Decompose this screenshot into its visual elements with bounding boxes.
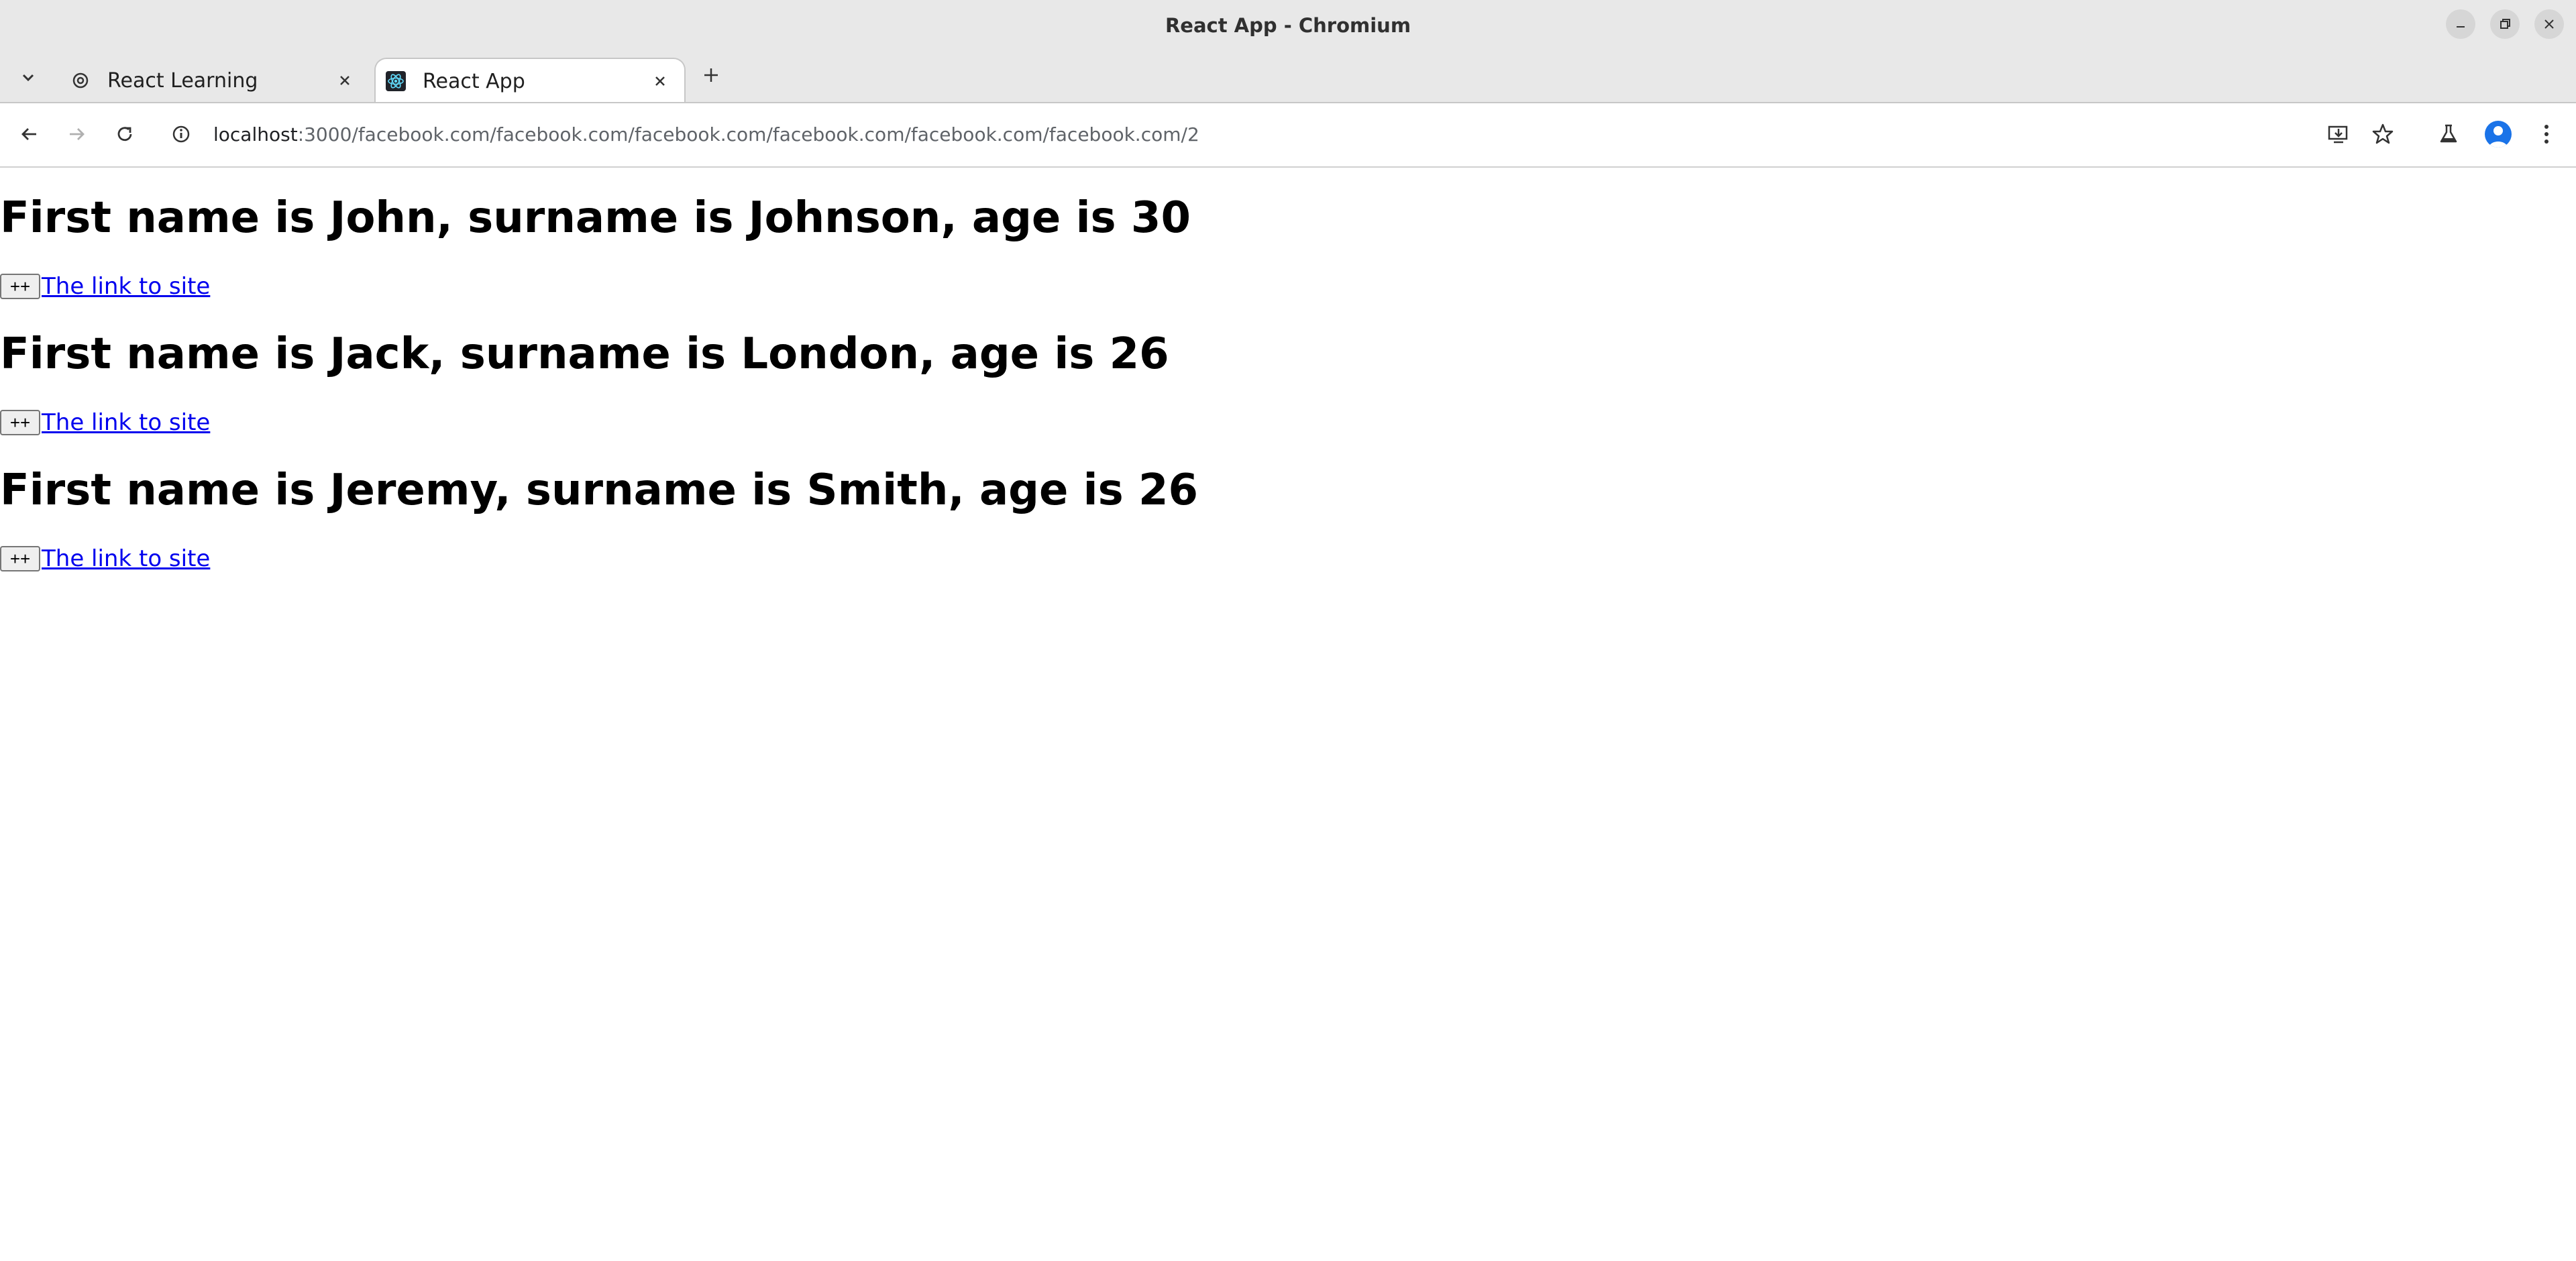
minimize-icon — [2457, 26, 2465, 28]
install-icon — [2328, 125, 2348, 144]
increment-button[interactable]: ++ — [0, 546, 40, 571]
plus-icon — [704, 68, 718, 82]
window-titlebar: React App - Chromium — [0, 0, 2576, 51]
site-link[interactable]: The link to site — [42, 273, 210, 300]
site-link[interactable]: The link to site — [42, 409, 210, 436]
tab-label: React App — [423, 69, 525, 93]
close-icon — [655, 76, 665, 86]
url-path: :3000/facebook.com/facebook.com/facebook… — [297, 123, 1199, 146]
person-icon — [2489, 126, 2508, 148]
minimize-button[interactable] — [2446, 9, 2475, 39]
person-actions: ++ The link to site — [0, 272, 210, 300]
person-actions: ++ The link to site — [0, 545, 210, 573]
flask-icon — [2440, 124, 2457, 143]
url-host: localhost — [213, 123, 298, 146]
person-heading: First name is Jeremy, surname is Smith, … — [0, 465, 1199, 515]
arrow-right-icon — [70, 128, 85, 140]
close-icon — [2544, 19, 2554, 29]
install-app-button[interactable] — [2324, 119, 2353, 149]
tab-strip: React Learning React App — [0, 51, 2576, 103]
browser-toolbar: localhost:3000/facebook.com/facebook.com… — [0, 102, 2576, 168]
address-bar[interactable]: localhost:3000/facebook.com/facebook.com… — [168, 115, 2281, 153]
tab-react-app[interactable]: React App — [374, 58, 686, 103]
bookmark-button[interactable] — [2368, 119, 2398, 149]
avatar — [2485, 121, 2512, 148]
new-tab-button[interactable] — [698, 62, 724, 89]
labs-button[interactable] — [2434, 119, 2463, 149]
arrow-left-icon — [21, 128, 36, 140]
increment-button[interactable]: ++ — [0, 410, 40, 435]
tab-close-button[interactable] — [649, 70, 671, 92]
person-heading: First name is Jack, surname is London, a… — [0, 329, 1169, 379]
person-actions: ++ The link to site — [0, 408, 210, 437]
site-info-icon[interactable] — [168, 121, 195, 148]
tab-label: React Learning — [107, 68, 258, 93]
page-content: First name is John, surname is Johnson, … — [0, 166, 2576, 1261]
reload-icon — [117, 127, 132, 142]
restore-icon — [2500, 19, 2510, 29]
tab-search-button[interactable] — [15, 64, 42, 91]
back-button[interactable] — [15, 119, 44, 149]
react-icon — [385, 70, 407, 92]
site-link[interactable]: The link to site — [42, 545, 210, 572]
close-icon — [340, 76, 350, 85]
tab-close-button[interactable] — [334, 70, 356, 91]
tab-react-learning[interactable]: React Learning — [60, 59, 369, 102]
increment-button[interactable]: ++ — [0, 274, 40, 299]
profile-button[interactable] — [2483, 119, 2513, 149]
window-controls — [2446, 9, 2564, 39]
window-title: React App - Chromium — [1165, 14, 1411, 37]
person-heading: First name is John, surname is Johnson, … — [0, 193, 1191, 243]
star-icon — [2372, 123, 2394, 144]
forward-button[interactable] — [62, 119, 91, 149]
openai-icon — [70, 70, 91, 91]
menu-button[interactable] — [2532, 119, 2561, 149]
restore-button[interactable] — [2490, 9, 2520, 39]
reload-button[interactable] — [110, 119, 140, 149]
chevron-down-icon — [22, 74, 34, 82]
more-vertical-icon — [2544, 125, 2548, 144]
close-window-button[interactable] — [2534, 9, 2564, 39]
url-text: localhost:3000/facebook.com/facebook.com… — [213, 123, 1199, 146]
